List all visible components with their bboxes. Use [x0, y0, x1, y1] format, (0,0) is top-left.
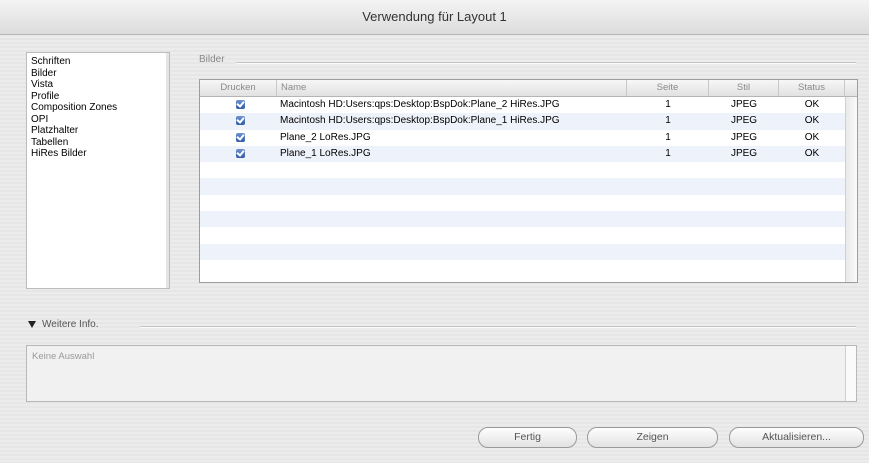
- print-checkbox[interactable]: [236, 148, 245, 158]
- table-row[interactable]: [200, 178, 845, 195]
- image-status-cell: OK: [804, 147, 820, 159]
- image-status-cell: OK: [804, 131, 820, 143]
- table-header: Drucken Name Seite Stil Status: [200, 80, 857, 97]
- column-header-name[interactable]: Name: [277, 80, 627, 96]
- image-style-cell: JPEG: [730, 115, 758, 127]
- image-page-cell: 1: [665, 99, 671, 110]
- sidebar-item-tabellen[interactable]: Tabellen: [31, 137, 169, 149]
- section-title: Bilder: [199, 54, 225, 65]
- image-style-cell: JPEG: [730, 147, 758, 159]
- table-body: Macintosh HD:Users:qps:Desktop:BspDok:Pl…: [200, 97, 845, 276]
- sidebar-item-profile[interactable]: Profile: [31, 91, 169, 103]
- image-name-cell: Plane_1 LoRes.JPG: [280, 147, 371, 159]
- table-row[interactable]: [200, 243, 845, 260]
- done-button[interactable]: Fertig: [478, 427, 577, 448]
- image-page-cell: 1: [665, 115, 671, 127]
- image-page-cell: 1: [665, 147, 671, 159]
- image-status-cell: OK: [804, 99, 820, 110]
- image-name-cell: Plane_2 LoRes.JPG: [280, 131, 371, 143]
- window-title: Verwendung für Layout 1: [0, 0, 869, 35]
- section-divider: [236, 62, 856, 64]
- table-row[interactable]: [200, 195, 845, 211]
- image-name-cell: Macintosh HD:Users:qps:Desktop:BspDok:Pl…: [280, 115, 560, 127]
- column-header-style[interactable]: Stil: [709, 80, 779, 96]
- sidebar-item-hires-bilder[interactable]: HiRes Bilder: [31, 148, 169, 160]
- table-row[interactable]: [200, 260, 845, 276]
- sidebar-item-opi[interactable]: OPI: [31, 114, 169, 126]
- table-row[interactable]: Plane_2 LoRes.JPG 1 JPEG OK: [200, 130, 845, 146]
- more-info-divider: [140, 326, 856, 328]
- info-text-area[interactable]: Keine Auswahl: [26, 345, 857, 402]
- info-text: Keine Auswahl: [32, 351, 95, 362]
- table-row[interactable]: Macintosh HD:Users:qps:Desktop:BspDok:Pl…: [200, 113, 845, 130]
- image-style-cell: JPEG: [730, 99, 758, 110]
- info-scrollbar[interactable]: [845, 346, 856, 401]
- sidebar-item-schriften[interactable]: Schriften: [31, 56, 169, 68]
- column-header-print[interactable]: Drucken: [200, 80, 277, 96]
- more-info-toggle[interactable]: Weitere Info.: [28, 319, 99, 330]
- more-info-label: Weitere Info.: [42, 319, 99, 330]
- sidebar-item-bilder[interactable]: Bilder: [31, 68, 169, 80]
- image-page-cell: 1: [665, 131, 671, 143]
- disclosure-triangle-icon: [28, 320, 36, 328]
- print-checkbox[interactable]: [236, 132, 245, 142]
- image-status-cell: OK: [804, 115, 820, 127]
- image-style-cell: JPEG: [730, 131, 758, 143]
- table-row[interactable]: [200, 162, 845, 178]
- table-row[interactable]: Macintosh HD:Users:qps:Desktop:BspDok:Pl…: [200, 97, 845, 113]
- category-list-items: Schriften Bilder Vista Profile Composition Z…: [27, 53, 169, 160]
- images-table: Drucken Name Seite Stil Status Macintosh…: [199, 79, 858, 283]
- sidebar-item-composition-zones[interactable]: Composition Zones: [31, 102, 169, 114]
- table-row[interactable]: Plane_1 LoRes.JPG 1 JPEG OK: [200, 145, 845, 163]
- image-name-cell: Macintosh HD:Users:qps:Desktop:BspDok:Pl…: [280, 99, 560, 110]
- sidebar-item-platzhalter[interactable]: Platzhalter: [31, 125, 169, 137]
- column-header-status[interactable]: Status: [779, 80, 845, 96]
- show-button[interactable]: Zeigen: [587, 427, 718, 448]
- dialog-window: Verwendung für Layout 1 Schriften Bilder V…: [0, 0, 869, 463]
- table-row[interactable]: [200, 211, 845, 228]
- sidebar-item-vista[interactable]: Vista: [31, 79, 169, 91]
- print-checkbox[interactable]: [236, 100, 245, 109]
- print-checkbox[interactable]: [236, 116, 245, 126]
- column-header-page[interactable]: Seite: [627, 80, 709, 96]
- table-scrollbar[interactable]: [845, 97, 857, 282]
- table-row[interactable]: [200, 227, 845, 243]
- category-list[interactable]: Schriften Bilder Vista Profile Composition Z…: [26, 52, 170, 289]
- refresh-button[interactable]: Aktualisieren...: [729, 427, 864, 448]
